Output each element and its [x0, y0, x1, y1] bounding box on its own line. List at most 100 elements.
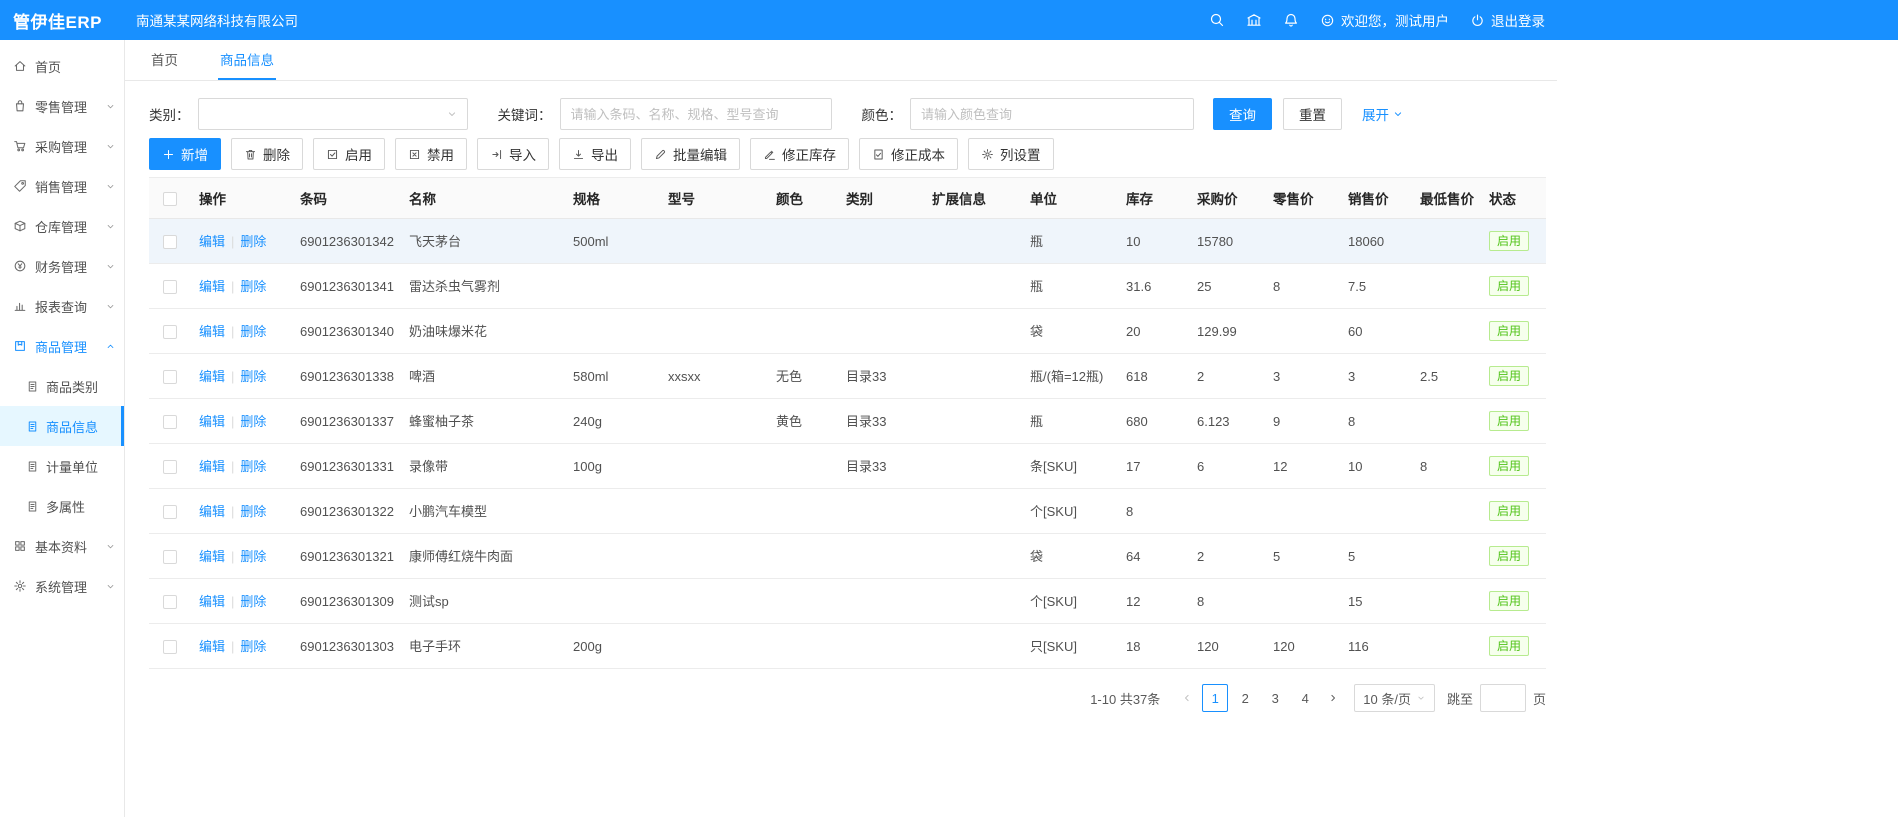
sidebar-item-purchase[interactable]: 采购管理 [0, 126, 124, 166]
edit-link[interactable]: 编辑 [199, 549, 225, 564]
tab-goods-info[interactable]: 商品信息 [218, 40, 276, 80]
chevron-down-icon [1416, 693, 1426, 703]
delete-button[interactable]: 删除 [231, 138, 303, 170]
sidebar-item-basic[interactable]: 基本资料 [0, 526, 124, 566]
delete-link[interactable]: 删除 [240, 639, 266, 654]
power-icon [1470, 13, 1485, 28]
cell-purchase_price: 129.99 [1189, 309, 1265, 354]
column-header: 状态 [1481, 178, 1546, 219]
welcome-user[interactable]: 欢迎您，测试用户 [1320, 10, 1449, 30]
sidebar-item-goods[interactable]: 商品管理 [0, 326, 124, 366]
keyword-input[interactable] [560, 98, 832, 130]
sidebar-subitem-goods-info[interactable]: 商品信息 [0, 406, 124, 446]
delete-link[interactable]: 删除 [240, 594, 266, 609]
color-input[interactable] [910, 98, 1194, 130]
row-checkbox[interactable] [163, 460, 177, 474]
sidebar-subitem-label: 商品信息 [46, 417, 98, 436]
sidebar-subitem-multi-attribute[interactable]: 多属性 [0, 486, 124, 526]
sidebar-item-report[interactable]: 报表查询 [0, 286, 124, 326]
reset-button[interactable]: 重置 [1283, 98, 1342, 130]
row-checkbox[interactable] [163, 640, 177, 654]
select-all-checkbox[interactable] [163, 192, 177, 206]
table-row[interactable]: 编辑|删除6901236301303电子手环200g只[SKU]18120120… [149, 624, 1546, 669]
sidebar-item-system[interactable]: 系统管理 [0, 566, 124, 606]
search-icon[interactable] [1209, 12, 1225, 28]
cell-min_price [1412, 219, 1481, 264]
sidebar-subitem-measure-unit[interactable]: 计量单位 [0, 446, 124, 486]
app-logo[interactable]: 管伊佳ERP [0, 8, 124, 33]
delete-link[interactable]: 删除 [240, 369, 266, 384]
cell-stock: 17 [1118, 444, 1189, 489]
import-button[interactable]: 导入 [477, 138, 549, 170]
bell-icon[interactable] [1283, 12, 1299, 28]
page-jump-input[interactable] [1480, 684, 1526, 712]
delete-link[interactable]: 删除 [240, 459, 266, 474]
delete-link[interactable]: 删除 [240, 549, 266, 564]
finance-icon [13, 259, 27, 273]
edit-link[interactable]: 编辑 [199, 594, 225, 609]
sidebar-item-retail[interactable]: 零售管理 [0, 86, 124, 126]
delete-link[interactable]: 删除 [240, 324, 266, 339]
fix-stock-button[interactable]: 修正库存 [750, 138, 849, 170]
row-checkbox[interactable] [163, 505, 177, 519]
edit-link[interactable]: 编辑 [199, 234, 225, 249]
column-header: 库存 [1118, 178, 1189, 219]
expand-link[interactable]: 展开 [1362, 104, 1404, 124]
row-actions: 编辑|删除 [191, 399, 292, 444]
table-row[interactable]: 编辑|删除6901236301342飞天茅台500ml瓶101578018060… [149, 219, 1546, 264]
row-checkbox[interactable] [163, 325, 177, 339]
table-row[interactable]: 编辑|删除6901236301321康师傅红烧牛肉面袋64255启用 [149, 534, 1546, 579]
next-page-button[interactable] [1320, 684, 1346, 712]
row-checkbox[interactable] [163, 550, 177, 564]
delete-link[interactable]: 删除 [240, 504, 266, 519]
row-checkbox[interactable] [163, 415, 177, 429]
sidebar-item-sales[interactable]: 销售管理 [0, 166, 124, 206]
row-checkbox[interactable] [163, 595, 177, 609]
edit-link[interactable]: 编辑 [199, 459, 225, 474]
bank-icon[interactable] [1246, 12, 1262, 28]
edit-link[interactable]: 编辑 [199, 639, 225, 654]
disable-button[interactable]: 禁用 [395, 138, 467, 170]
logout-button[interactable]: 退出登录 [1470, 10, 1545, 30]
row-checkbox[interactable] [163, 235, 177, 249]
category-select[interactable] [198, 98, 468, 130]
chevron-down-icon [105, 301, 116, 312]
page-number-3[interactable]: 3 [1262, 684, 1288, 712]
cell-model: xxsxx [660, 354, 768, 399]
enable-button[interactable]: 启用 [313, 138, 385, 170]
page-number-2[interactable]: 2 [1232, 684, 1258, 712]
edit-link[interactable]: 编辑 [199, 504, 225, 519]
table-row[interactable]: 编辑|删除6901236301331录像带100g目录33条[SKU]17612… [149, 444, 1546, 489]
add-button[interactable]: 新增 [149, 138, 221, 170]
delete-link[interactable]: 删除 [240, 414, 266, 429]
table-row[interactable]: 编辑|删除6901236301309测试sp个[SKU]12815启用 [149, 579, 1546, 624]
sidebar-item-home[interactable]: 首页 [0, 46, 124, 86]
table-row[interactable]: 编辑|删除6901236301337蜂蜜柚子茶240g黄色目录33瓶6806.1… [149, 399, 1546, 444]
table-row[interactable]: 编辑|删除6901236301340奶油味爆米花袋20129.9960启用 [149, 309, 1546, 354]
table-row[interactable]: 编辑|删除6901236301341雷达杀虫气雾剂瓶31.62587.5启用 [149, 264, 1546, 309]
sidebar-item-finance[interactable]: 财务管理 [0, 246, 124, 286]
cell-min_price [1412, 534, 1481, 579]
page-size-select[interactable]: 10 条/页 [1354, 684, 1435, 712]
fix-cost-button[interactable]: 修正成本 [859, 138, 958, 170]
edit-link[interactable]: 编辑 [199, 324, 225, 339]
table-row[interactable]: 编辑|删除6901236301322小鹏汽车模型个[SKU]8启用 [149, 489, 1546, 534]
search-button[interactable]: 查询 [1213, 98, 1272, 130]
prev-page-button[interactable] [1174, 684, 1200, 712]
page-number-4[interactable]: 4 [1292, 684, 1318, 712]
page-number-1[interactable]: 1 [1202, 684, 1228, 712]
delete-link[interactable]: 删除 [240, 279, 266, 294]
sidebar-subitem-goods-category[interactable]: 商品类别 [0, 366, 124, 406]
delete-link[interactable]: 删除 [240, 234, 266, 249]
column-settings-button[interactable]: 列设置 [968, 138, 1054, 170]
edit-link[interactable]: 编辑 [199, 414, 225, 429]
row-checkbox[interactable] [163, 280, 177, 294]
table-row[interactable]: 编辑|删除6901236301338啤酒580mlxxsxx无色目录33瓶/(箱… [149, 354, 1546, 399]
tab-home[interactable]: 首页 [149, 40, 180, 80]
edit-link[interactable]: 编辑 [199, 369, 225, 384]
batch-edit-button[interactable]: 批量编辑 [641, 138, 740, 170]
sidebar-item-warehouse[interactable]: 仓库管理 [0, 206, 124, 246]
export-button[interactable]: 导出 [559, 138, 631, 170]
edit-link[interactable]: 编辑 [199, 279, 225, 294]
row-checkbox[interactable] [163, 370, 177, 384]
